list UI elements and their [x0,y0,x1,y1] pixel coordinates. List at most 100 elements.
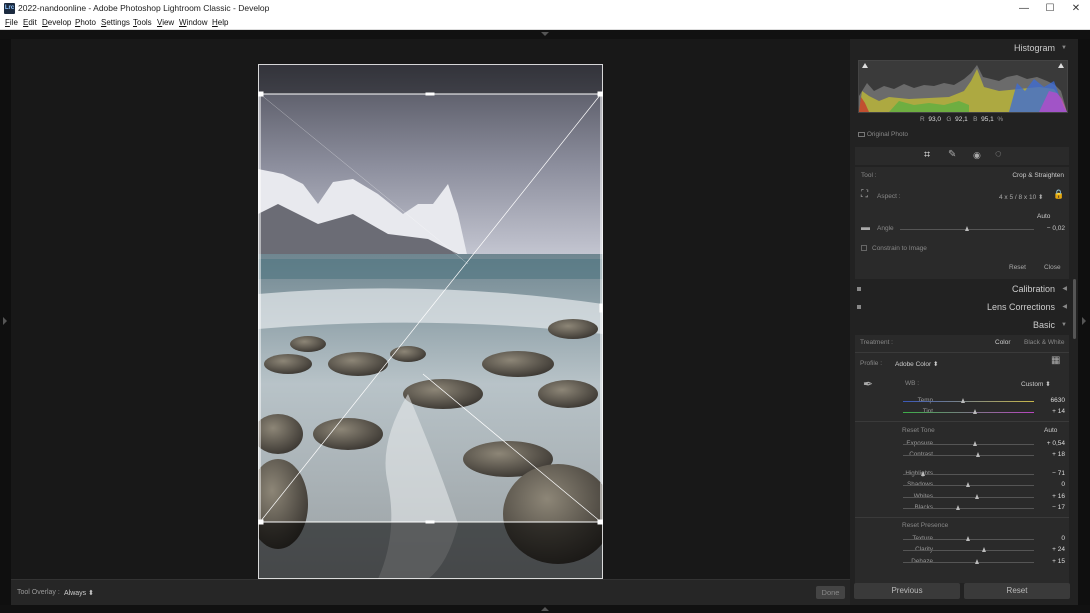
shadow-clipping-icon[interactable] [862,63,868,68]
profile-browser-icon[interactable]: ▦ [1051,355,1060,366]
collapse-right-icon [1082,317,1086,325]
clarity-knob[interactable] [981,547,986,552]
menu-photo[interactable]: Photo [75,18,96,27]
minimize-button[interactable]: — [1011,0,1037,17]
straighten-icon[interactable]: ▬ [861,222,870,232]
dehaze-slider[interactable]: Dehaze + 15 [855,557,1069,568]
white-balance-eyedropper-icon[interactable]: ✒ [863,377,873,391]
menu-view[interactable]: View [157,18,174,27]
highlights-slider[interactable]: Highlights − 71 [855,469,1069,480]
texture-knob[interactable] [966,536,970,541]
menu-edit[interactable]: Edit [23,18,37,27]
lens-corrections-header[interactable]: Lens Corrections ◀ [855,299,1069,316]
highlights-value[interactable]: − 71 [1052,470,1065,477]
blacks-track[interactable] [903,508,1034,509]
crop-frame-icon[interactable]: ⛶ [861,189,868,200]
original-photo-toggle[interactable]: Original Photo [858,131,908,138]
panel-switch-icon[interactable] [857,305,861,309]
previous-button[interactable]: Previous [854,583,960,599]
clarity-slider[interactable]: Clarity + 24 [855,545,1069,556]
right-panel-toggle[interactable] [1078,39,1090,605]
bottom-panel-toggle[interactable] [0,605,1090,613]
red-eye-icon[interactable]: ◉ [973,150,981,161]
tint-value[interactable]: + 14 [1052,408,1065,415]
temp-knob[interactable] [960,398,965,403]
close-window-button[interactable]: ✕ [1063,0,1089,17]
dehaze-value[interactable]: + 15 [1052,558,1065,565]
crop-reset-button[interactable]: Reset [1009,264,1026,271]
menu-settings[interactable]: Settings [101,18,130,27]
done-button[interactable]: Done [816,586,845,599]
angle-slider-knob[interactable] [964,226,969,231]
tint-slider[interactable]: Tint + 14 [855,407,1069,418]
exposure-knob[interactable] [972,441,977,446]
contrast-track[interactable] [903,455,1034,456]
blacks-knob[interactable] [955,505,960,510]
temp-slider[interactable]: Temp 6630 [855,396,1069,407]
temp-track[interactable] [903,401,1034,402]
histogram-header[interactable]: Histogram ▼ [855,40,1069,57]
menu-tools[interactable]: Tools [133,18,152,27]
aspect-select[interactable]: 4 x 5 / 8 x 10 ⬍ [999,193,1043,201]
menu-develop[interactable]: Develop [42,18,71,27]
reset-tone-button[interactable]: Reset Tone [902,427,935,434]
whites-track[interactable] [903,497,1034,498]
photo-preview[interactable] [258,64,603,579]
menu-help[interactable]: Help [212,18,228,27]
texture-value[interactable]: 0 [1061,535,1065,542]
crop-tool-icon[interactable]: ⌗ [924,149,930,162]
profile-select[interactable]: Adobe Color ⬍ [895,360,938,368]
auto-straighten-button[interactable]: Auto [1037,213,1050,220]
constrain-checkbox[interactable] [861,245,867,251]
lock-icon[interactable]: 🔒 [1053,189,1064,200]
whites-knob[interactable] [975,494,980,499]
contrast-slider[interactable]: Contrast + 18 [855,450,1069,461]
exposure-track[interactable] [903,444,1034,445]
texture-slider[interactable]: Texture 0 [855,534,1069,545]
highlight-clipping-icon[interactable] [1058,63,1064,68]
whites-value[interactable]: + 16 [1052,493,1065,500]
dehaze-track[interactable] [903,562,1034,563]
treatment-bw-button[interactable]: Black & White [1024,339,1064,346]
exposure-slider[interactable]: Exposure + 0,54 [855,439,1069,450]
highlights-knob[interactable] [921,471,926,476]
angle-value[interactable]: − 0,02 [1047,225,1065,232]
panel-switch-icon[interactable] [857,287,861,291]
dehaze-knob[interactable] [975,559,980,564]
blacks-value[interactable]: − 17 [1052,504,1065,511]
calibration-header[interactable]: Calibration ◀ [855,281,1069,298]
contrast-knob[interactable] [976,452,981,457]
maximize-button[interactable]: ☐ [1037,0,1063,17]
panel-scrollbar[interactable] [1073,279,1076,339]
wb-select[interactable]: Custom ⬍ [1021,380,1051,388]
basic-header[interactable]: Basic ▼ [855,317,1069,334]
healing-brush-icon[interactable]: ✎ [948,149,956,160]
contrast-value[interactable]: + 18 [1052,451,1065,458]
blacks-slider[interactable]: Blacks − 17 [855,503,1069,514]
reset-button[interactable]: Reset [964,583,1070,599]
tint-knob[interactable] [972,409,977,414]
percent-sign: % [997,116,1004,123]
shadows-slider[interactable]: Shadows 0 [855,480,1069,491]
tint-track[interactable] [903,412,1034,413]
clarity-value[interactable]: + 24 [1052,546,1065,553]
left-panel-toggle[interactable] [0,39,11,605]
crop-close-button[interactable]: Close [1044,264,1061,271]
reset-presence-button[interactable]: Reset Presence [902,522,948,529]
temp-value[interactable]: 6630 [1051,397,1065,404]
whites-slider[interactable]: Whites + 16 [855,492,1069,503]
calibration-title: Calibration [1011,284,1055,294]
histogram-chart[interactable] [858,60,1068,113]
clarity-track[interactable] [903,550,1034,551]
image-canvas[interactable] [11,39,850,579]
masking-icon[interactable]: ◌ [995,148,1002,160]
shadows-value[interactable]: 0 [1061,481,1065,488]
treatment-color-button[interactable]: Color [995,339,1011,346]
shadows-knob[interactable] [966,482,970,487]
tone-auto-button[interactable]: Auto [1044,427,1057,434]
top-panel-toggle[interactable] [0,30,1090,39]
tool-overlay-select[interactable]: Always ⬍ [64,589,94,597]
menu-window[interactable]: Window [179,18,207,27]
exposure-value[interactable]: + 0,54 [1047,440,1065,447]
menu-file[interactable]: File [5,18,18,27]
